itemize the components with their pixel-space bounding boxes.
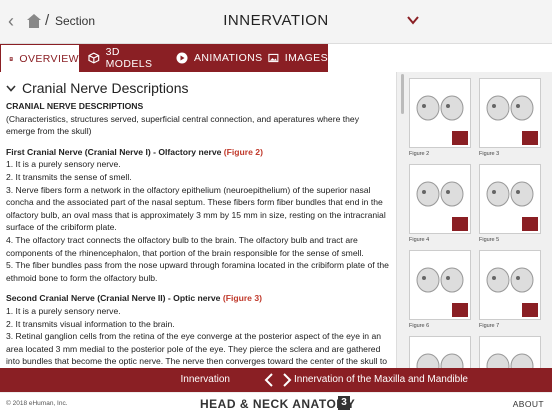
cube-icon (88, 52, 100, 64)
skull-illustration (416, 181, 464, 207)
figure-sidebar[interactable]: Figure 2 Figure 3 Figure 4 Figure 5 Figu… (396, 72, 552, 368)
first-nerve-line-2: 2. It transmits the sense of smell. (6, 171, 132, 182)
next-topic-link[interactable]: Innervation of the Maxilla and Mandible (294, 374, 468, 385)
chevron-down-icon (6, 85, 16, 92)
figure-6-label: Figure 6 (409, 323, 430, 329)
figure-3-label: Figure 3 (479, 151, 500, 157)
figure-9-thumbnail[interactable] (479, 336, 541, 368)
tab-animations-label: ANIMATIONS (194, 52, 263, 64)
skull-illustration (486, 267, 534, 293)
volume-badge: 3 (338, 396, 350, 410)
intro-title: CRANIAL NERVE DESCRIPTIONS (6, 101, 144, 111)
figure-3-link[interactable]: (Figure 3) (223, 293, 262, 303)
image-icon[interactable] (522, 131, 538, 145)
figure-8-thumbnail[interactable] (409, 336, 471, 368)
overview-content: Cranial Nerve Descriptions CRANIAL NERVE… (0, 72, 396, 368)
sidebar-scrollbar[interactable] (401, 74, 404, 114)
tab-3d-models-label: 3D MODELS (105, 46, 153, 70)
previous-topic-link[interactable]: Innervation (181, 374, 230, 385)
skull-illustration (486, 181, 534, 207)
skull-illustration (416, 95, 464, 121)
first-nerve-line-1: 1. It is a purely sensory nerve. (6, 159, 121, 170)
figure-4-label: Figure 4 (409, 237, 430, 243)
skull-illustration (486, 353, 534, 368)
play-icon (176, 52, 188, 64)
tab-bar: OVERVIEW 3D MODELS ANIMATIONS IMAGES (0, 44, 328, 72)
first-nerve-line-4: 4. The olfactory tract connects the olfa… (6, 234, 364, 258)
image-icon[interactable] (452, 303, 468, 317)
first-nerve-line-3: 3. Nerve fibers form a network in the ol… (6, 184, 386, 233)
figure-3-thumbnail[interactable] (479, 78, 541, 148)
page-title: INNERVATION (223, 12, 329, 29)
figure-2-link[interactable]: (Figure 2) (224, 147, 263, 157)
skull-illustration (416, 267, 464, 293)
image-icon[interactable] (452, 131, 468, 145)
tab-images-label: IMAGES (284, 52, 328, 64)
image-icon[interactable] (522, 217, 538, 231)
figure-6-thumbnail[interactable] (409, 250, 471, 320)
section-heading-row[interactable]: Cranial Nerve Descriptions (6, 80, 390, 96)
first-nerve-title: First Cranial Nerve (Cranial Nerve I) - … (6, 146, 222, 157)
skull-illustration (416, 353, 464, 368)
chevron-right-icon[interactable] (281, 372, 293, 388)
image-icon[interactable] (452, 217, 468, 231)
second-nerve-title: Second Cranial Nerve (Cranial Nerve II) … (6, 293, 221, 304)
figure-5-thumbnail[interactable] (479, 164, 541, 234)
copyright-text: © 2018 eHuman, Inc. (6, 400, 68, 407)
figure-4-thumbnail[interactable] (409, 164, 471, 234)
chevron-left-icon[interactable] (263, 372, 275, 388)
figure-2-thumbnail[interactable] (409, 78, 471, 148)
first-nerve-heading: First Cranial Nerve (Cranial Nerve I) - … (6, 146, 390, 159)
tab-images[interactable]: IMAGES (268, 44, 328, 72)
figure-7-label: Figure 7 (479, 323, 500, 329)
image-icon[interactable] (522, 303, 538, 317)
about-link[interactable]: ABOUT (513, 399, 544, 409)
intro-text: (Characteristics, structures served, sup… (6, 113, 359, 137)
document-icon (9, 56, 13, 61)
figure-2-label: Figure 2 (409, 151, 430, 157)
tab-animations[interactable]: ANIMATIONS (176, 44, 266, 72)
second-nerve-line-3: 3. Retinal ganglion cells from the retin… (6, 331, 388, 367)
figure-5-label: Figure 5 (479, 237, 500, 243)
skull-illustration (486, 95, 534, 121)
image-icon (268, 53, 279, 63)
tab-overview[interactable]: OVERVIEW (0, 44, 80, 72)
chapter-nav-bar: Innervation Innervation of the Maxilla a… (0, 368, 552, 392)
tab-3d-models[interactable]: 3D MODELS (88, 44, 168, 72)
section-heading: Cranial Nerve Descriptions (22, 80, 189, 96)
second-nerve-line-1: 1. It is a purely sensory nerve. (6, 305, 121, 316)
second-nerve-heading: Second Cranial Nerve (Cranial Nerve II) … (6, 292, 390, 305)
chevron-down-icon[interactable] (406, 13, 420, 27)
brand-title: HEAD & NECK ANATOMY (200, 397, 356, 411)
tab-overview-label: OVERVIEW (19, 52, 79, 65)
top-bar: ‹ / Section INNERVATION (0, 0, 552, 44)
second-nerve-line-2: 2. It transmits visual information to th… (6, 318, 175, 329)
footer: © 2018 eHuman, Inc. HEAD & NECK ANATOMY … (0, 392, 552, 414)
first-nerve-line-5: 5. The fiber bundles pass from the nose … (6, 260, 389, 283)
figure-7-thumbnail[interactable] (479, 250, 541, 320)
